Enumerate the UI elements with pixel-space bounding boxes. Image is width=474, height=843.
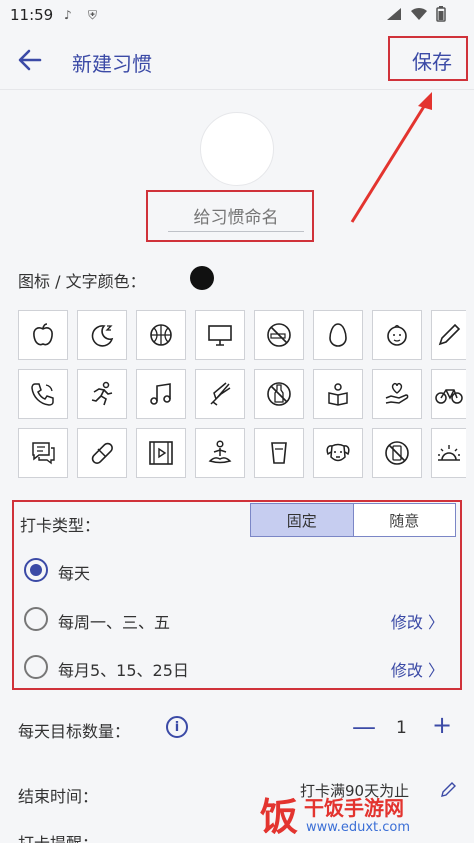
heart-hand-icon	[385, 382, 409, 404]
icon-tile-chat[interactable]	[18, 428, 68, 478]
icon-tile-apple[interactable]	[18, 310, 68, 360]
bicycle-icon	[435, 389, 463, 404]
watermark: 饭 干饭手游网 www.eduxt.com	[260, 786, 474, 843]
egg-icon	[329, 323, 347, 347]
battery-icon	[436, 6, 446, 22]
shield-icon: ⛨	[88, 8, 98, 22]
icon-tile-reading[interactable]	[313, 369, 363, 419]
icon-tile-cup[interactable]	[254, 428, 304, 478]
end-time-label: 结束时间：	[18, 787, 99, 806]
baby-icon	[387, 324, 407, 346]
decrement-button[interactable]: —	[352, 715, 376, 739]
back-arrow-icon[interactable]	[14, 44, 46, 76]
radio-weekly[interactable]	[24, 607, 48, 631]
color-picker-swatch[interactable]	[190, 266, 214, 290]
icon-tile-running[interactable]	[77, 369, 127, 419]
increment-button[interactable]: +	[432, 713, 452, 737]
pencil-icon	[438, 323, 461, 346]
monitor-icon	[208, 325, 232, 346]
info-icon[interactable]: i	[166, 716, 188, 738]
target-count: 1	[396, 718, 407, 738]
reminder-label: 打卡提醒：	[18, 830, 98, 843]
no-smoking-icon	[267, 323, 291, 347]
icon-grid	[18, 310, 466, 480]
frequency-option-label: 每月5、15、25日	[58, 661, 189, 680]
frequency-option-daily[interactable]: 每天	[24, 556, 454, 586]
moon-sleep-icon	[91, 325, 114, 347]
icon-tile-monitor[interactable]	[195, 310, 245, 360]
apple-icon	[33, 323, 53, 346]
cup-icon	[271, 442, 287, 464]
sunrise-icon	[438, 445, 460, 461]
icon-tile-meditation[interactable]	[195, 428, 245, 478]
meditation-icon	[208, 440, 232, 464]
watermark-logo: 饭	[260, 795, 299, 839]
frequency-option-weekly[interactable]: 每周一、三、五 修改 〉	[24, 605, 454, 635]
icon-tile-pill[interactable]	[77, 428, 127, 478]
icon-tile-pencil[interactable]	[431, 310, 466, 360]
running-icon	[91, 381, 113, 406]
daily-target-label: 每天目标数量：	[18, 722, 131, 741]
icon-tile-baby[interactable]	[372, 310, 422, 360]
edit-monthly-link[interactable]: 修改 〉	[391, 657, 444, 681]
app-bar: 新建习惯 保存	[0, 32, 474, 90]
check-type-segmented-control: 固定 随意	[250, 503, 456, 537]
status-indicators	[386, 6, 446, 22]
icon-tile-sunrise[interactable]	[431, 428, 466, 478]
edit-weekly-link[interactable]: 修改 〉	[391, 609, 444, 633]
icon-tile-music[interactable]	[136, 369, 186, 419]
icon-tile-bicycle[interactable]	[431, 369, 466, 419]
frequency-option-monthly[interactable]: 每月5、15、25日 修改 〉	[24, 653, 454, 683]
no-phone-icon	[385, 441, 409, 465]
radio-daily[interactable]	[24, 558, 48, 582]
icon-tile-egg[interactable]	[313, 310, 363, 360]
save-button[interactable]: 保存	[412, 46, 452, 75]
pill-icon	[91, 442, 113, 464]
chat-icon	[32, 442, 55, 465]
film-icon	[149, 441, 173, 465]
music-note-icon	[150, 383, 171, 405]
watermark-url: www.eduxt.com	[306, 820, 411, 835]
basketball-icon	[150, 324, 172, 346]
habit-avatar[interactable]	[200, 112, 274, 186]
status-time: 11:59	[10, 6, 54, 24]
icon-tile-dog[interactable]	[313, 428, 363, 478]
badminton-icon	[210, 382, 231, 406]
habit-name-input[interactable]	[168, 204, 304, 232]
frequency-option-label: 每天	[58, 564, 91, 583]
dog-icon	[326, 443, 350, 462]
segment-fixed[interactable]: 固定	[251, 504, 353, 536]
icon-tile-basketball[interactable]	[136, 310, 186, 360]
icon-tile-no-drinking[interactable]	[254, 369, 304, 419]
icon-tile-phone[interactable]	[18, 369, 68, 419]
wifi-icon	[411, 7, 427, 20]
watermark-brand: 干饭手游网	[304, 796, 404, 820]
notification-icon: ♪	[64, 8, 72, 22]
icon-tile-sleep[interactable]	[77, 310, 127, 360]
reading-icon	[328, 383, 348, 406]
no-drinking-icon	[267, 382, 291, 406]
frequency-option-label: 每周一、三、五	[58, 613, 171, 632]
radio-monthly[interactable]	[24, 655, 48, 679]
color-label: 图标 / 文字颜色：	[18, 272, 146, 291]
signal-icon	[387, 8, 401, 20]
icon-tile-no-smoking[interactable]	[254, 310, 304, 360]
phone-icon	[31, 383, 54, 406]
check-type-label: 打卡类型：	[20, 516, 101, 535]
icon-tile-heart-hand[interactable]	[372, 369, 422, 419]
status-bar: 11:59 ♪ ⛨	[0, 0, 474, 32]
page-title: 新建习惯	[72, 52, 152, 76]
icon-tile-no-phone[interactable]	[372, 428, 422, 478]
segment-flexible[interactable]: 随意	[352, 504, 455, 536]
icon-tile-film[interactable]	[136, 428, 186, 478]
icon-tile-badminton[interactable]	[195, 369, 245, 419]
